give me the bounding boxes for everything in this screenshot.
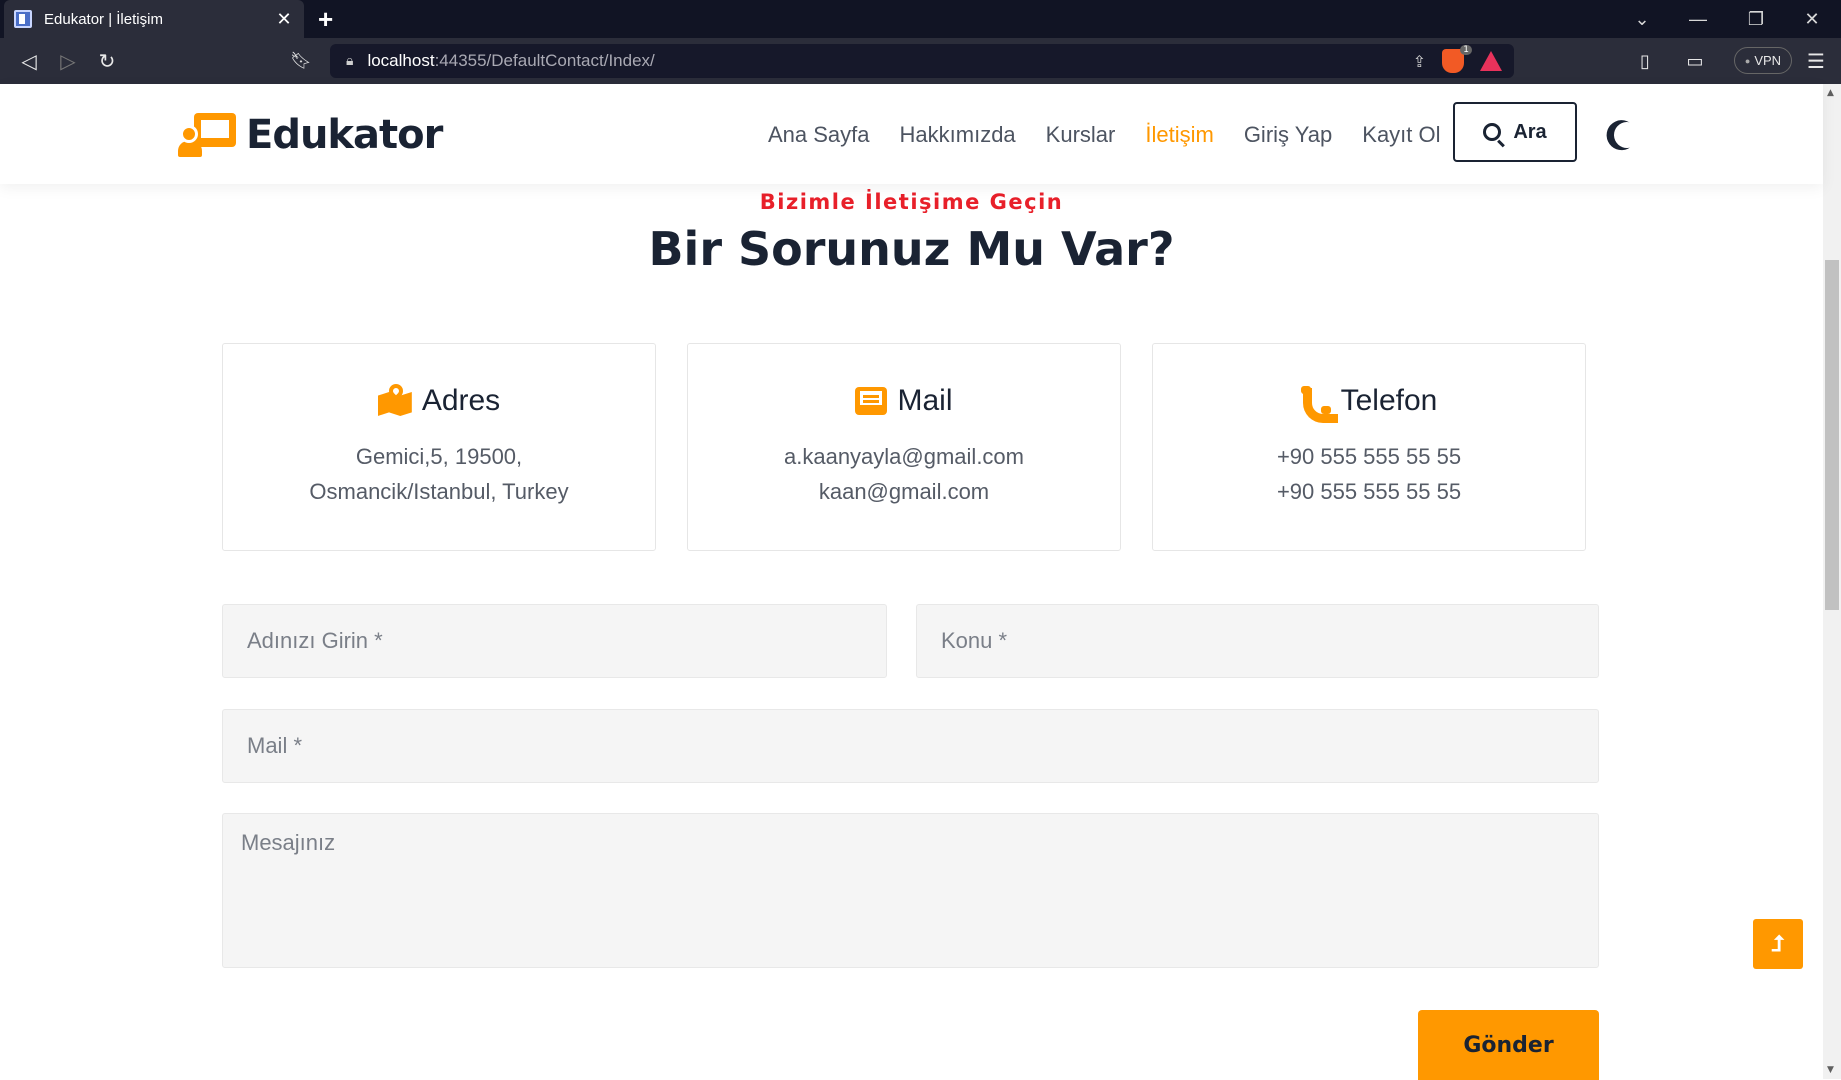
envelope-icon (855, 387, 888, 415)
browser-tab[interactable]: Edukator | İletişim ✕ (4, 0, 304, 38)
scrollbar-thumb[interactable] (1825, 260, 1839, 610)
logo-teacher-icon (178, 113, 236, 157)
share-icon[interactable]: ⇪ (1413, 52, 1426, 71)
vpn-status-icon: ● (1744, 55, 1751, 66)
search-icon (1483, 123, 1502, 141)
minimize-icon[interactable]: — (1670, 0, 1726, 38)
scroll-up-icon[interactable]: ▲ (1827, 88, 1834, 98)
nav-contact[interactable]: İletişim (1145, 122, 1213, 148)
search-label: Ara (1513, 120, 1547, 143)
phone-card: Telefon +90 555 555 55 55 +90 555 555 55… (1152, 343, 1586, 551)
nav-home[interactable]: Ana Sayfa (768, 122, 870, 148)
email-line-1: a.kaanyayla@gmail.com (784, 444, 1024, 469)
forward-icon[interactable]: ▷ (53, 46, 83, 76)
back-icon[interactable]: ◁ (14, 46, 44, 76)
shields-count-badge: 1 (1460, 45, 1472, 55)
name-input[interactable] (222, 604, 887, 678)
back-to-top-arrow-icon[interactable]: ⮥ (1753, 919, 1803, 969)
tab-title: Edukator | İletişim (44, 10, 163, 28)
section-eyebrow: Bizimle İletişime Geçin (759, 190, 1064, 214)
bookmark-icon[interactable]: 🔖︎ (286, 46, 316, 76)
send-button[interactable]: Gönder (1418, 1010, 1599, 1080)
dark-mode-moon-icon[interactable] (1610, 118, 1643, 151)
phone-line-2: +90 555 555 55 55 (1276, 479, 1462, 504)
address-line-2: Osmancik/Istanbul, Turkey (309, 479, 569, 504)
lock-icon: 🔒︎ (346, 53, 354, 69)
email-line-2: kaan@gmail.com (818, 479, 990, 504)
nav-courses[interactable]: Kurslar (1046, 122, 1116, 148)
menu-icon[interactable]: ☰ (1801, 46, 1831, 76)
tab-search-chevron-icon[interactable]: ⌄ (1614, 0, 1670, 38)
site-logo[interactable]: Edukator (178, 112, 443, 158)
search-button[interactable]: Ara (1453, 102, 1577, 162)
browser-toolbar: ◁ ▷ ↻ 🔖︎ 🔒︎ localhost:44355/DefaultConta… (0, 38, 1841, 84)
brave-shields-icon[interactable]: 1 (1442, 45, 1472, 73)
subject-input[interactable] (916, 604, 1599, 678)
nav-about[interactable]: Hakkımızda (900, 122, 1016, 148)
restore-icon[interactable]: ❐ (1728, 0, 1784, 38)
address-line-1: Gemici,5, 19500, (355, 444, 523, 469)
message-textarea[interactable] (222, 813, 1599, 968)
brave-rewards-icon[interactable] (1480, 51, 1502, 71)
card-title: Telefon (1340, 384, 1438, 417)
card-title: Adres (421, 384, 501, 417)
map-icon (377, 381, 412, 416)
url-host: localhost (367, 51, 435, 70)
close-window-icon[interactable]: ✕ (1784, 0, 1840, 38)
vpn-button[interactable]: ● VPN (1734, 47, 1792, 74)
page-favicon-icon (14, 10, 32, 28)
main-nav: Ana Sayfa Hakkımızda Kurslar İletişim Gi… (768, 122, 1441, 148)
phone-line-1: +90 555 555 55 55 (1276, 444, 1462, 469)
address-card: Adres Gemici,5, 19500, Osmancik/Istanbul… (222, 343, 656, 551)
mail-card: Mail a.kaanyayla@gmail.com kaan@gmail.co… (687, 343, 1121, 551)
url-path: :44355/DefaultContact/Index/ (434, 51, 655, 70)
reload-icon[interactable]: ↻ (92, 46, 122, 76)
vpn-label: VPN (1754, 53, 1782, 68)
page-scrollbar[interactable]: ▲ ▼ (1823, 84, 1841, 1079)
site-header: Edukator Ana Sayfa Hakkımızda Kurslar İl… (0, 84, 1823, 184)
page-title: Bir Sorunuz Mu Var? (648, 222, 1175, 276)
nav-login[interactable]: Giriş Yap (1244, 122, 1332, 148)
card-title: Mail (897, 384, 953, 417)
sidebar-icon[interactable]: ▯ (1630, 46, 1660, 76)
mail-input[interactable] (222, 709, 1599, 783)
brand-name: Edukator (246, 112, 443, 158)
close-tab-icon[interactable]: ✕ (274, 9, 294, 30)
wallet-icon[interactable]: ▭ (1680, 46, 1710, 76)
address-bar[interactable]: 🔒︎ localhost:44355/DefaultContact/Index/… (330, 44, 1514, 78)
new-tab-icon[interactable]: + (318, 4, 333, 35)
scroll-down-icon[interactable]: ▼ (1827, 1065, 1834, 1075)
browser-tab-strip: Edukator | İletişim ✕ + ⌄ — ❐ ✕ (0, 0, 1841, 38)
nav-register[interactable]: Kayıt Ol (1362, 122, 1440, 148)
phone-icon (1300, 386, 1331, 416)
